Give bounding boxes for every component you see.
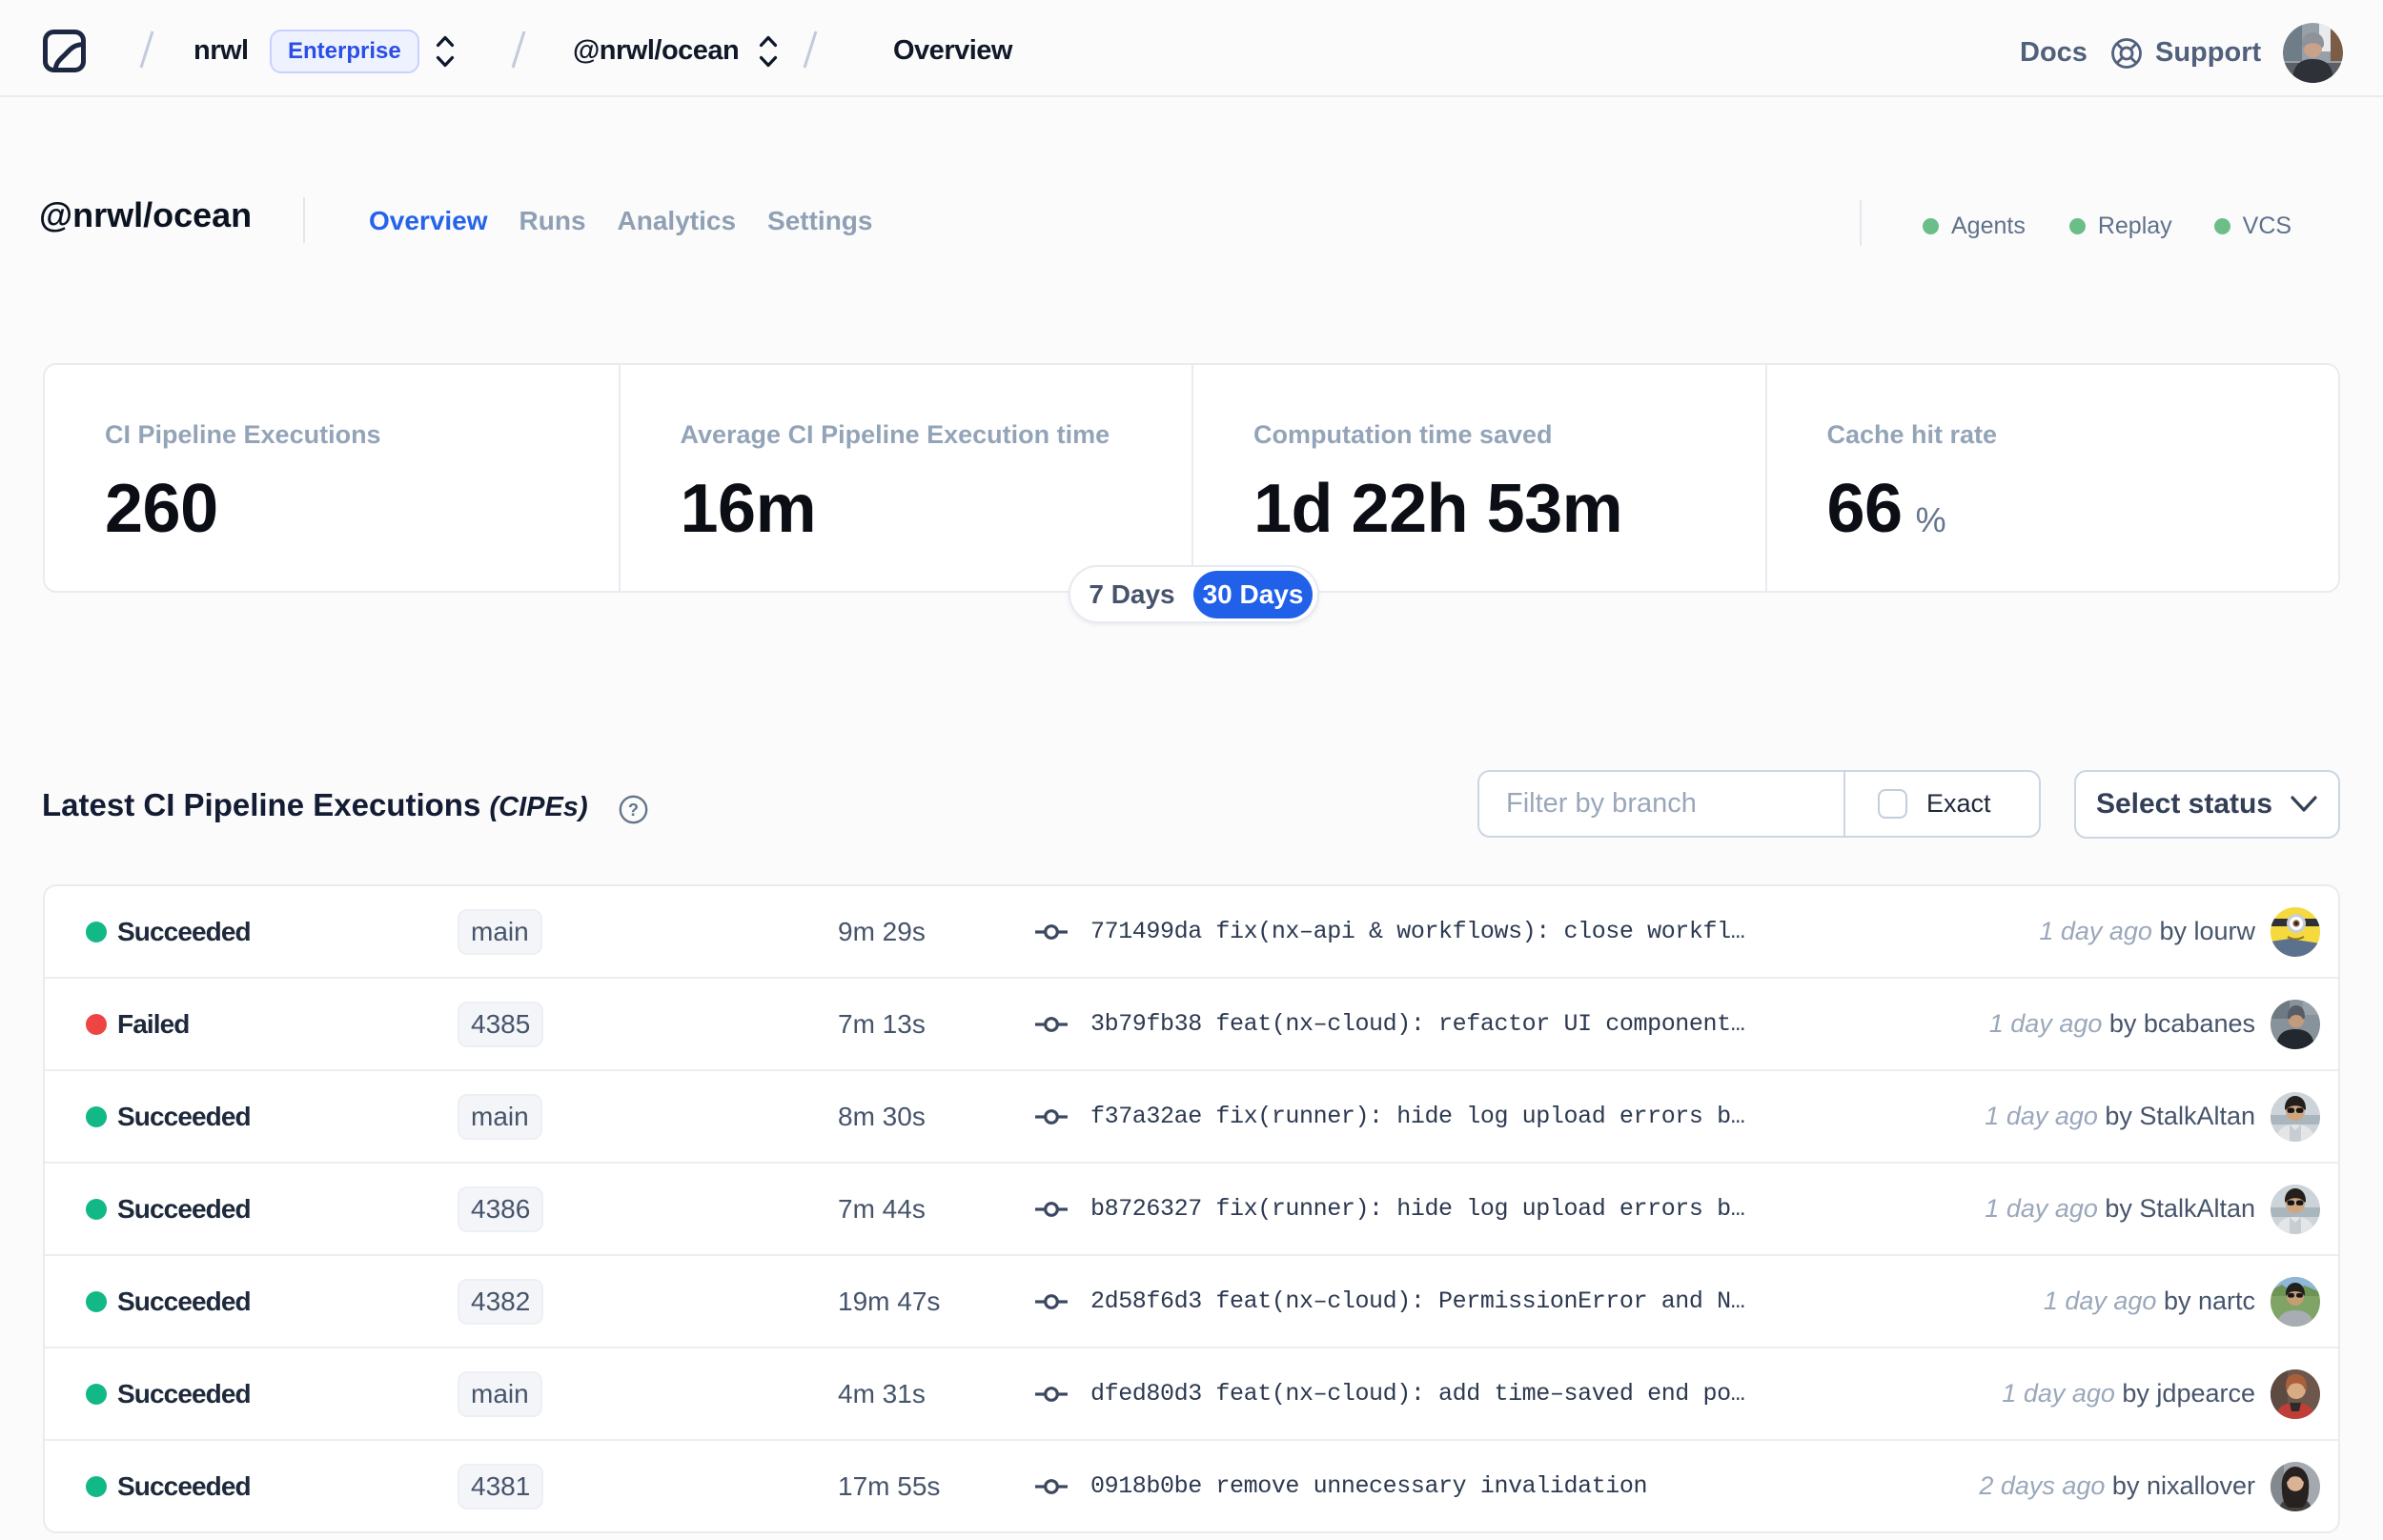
svg-text:?: ? (628, 800, 639, 820)
